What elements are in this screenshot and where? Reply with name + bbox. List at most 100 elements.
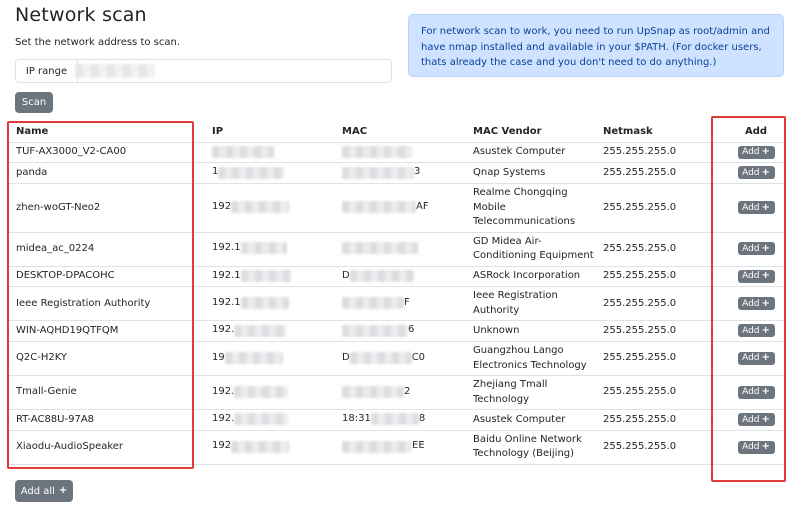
add-label: Add [742, 167, 760, 178]
netmask: 255.255.255.0 [603, 441, 677, 452]
cell-name: Ieee Registration Authority [8, 286, 204, 322]
ip-visible-prefix: 192. [212, 413, 235, 424]
add-device-button[interactable]: Add + [737, 269, 775, 283]
cell-ip: 192.1 [204, 266, 334, 288]
ip-range-redacted-value [75, 64, 155, 78]
ip-redacted [234, 385, 289, 398]
mac-vendor: Ieee Registration Authority [473, 290, 558, 316]
cell-netmask: 255.255.255.0 [595, 409, 725, 431]
device-name: TUF-AX3000_V2-CA00 [16, 146, 127, 158]
mac-vendor: Unknown [473, 324, 520, 336]
device-name: Tmall-Genie [16, 386, 77, 398]
cell-ip: 192. [204, 320, 334, 342]
plus-icon: + [761, 201, 770, 213]
plus-icon: + [761, 166, 770, 178]
netmask: 255.255.255.0 [603, 146, 677, 158]
add-device-button[interactable]: Add + [737, 242, 775, 256]
cell-name: RT-AC88U-97A8 [8, 409, 204, 431]
mac-redacted [342, 324, 408, 337]
cell-add: Add + [725, 266, 787, 288]
mac-vendor: Qnap Systems [473, 166, 546, 178]
mac-visible-prefix: D [342, 269, 350, 281]
device-name: midea_ac_0224 [16, 242, 95, 254]
mac-visible-suffix: EE [412, 440, 425, 452]
ip-redacted [231, 201, 290, 214]
mac-redacted [342, 201, 416, 214]
ip-redacted [218, 166, 285, 179]
cell-name: WIN-AQHD19QTFQM [8, 320, 204, 342]
cell-ip: 192. [204, 409, 334, 431]
plus-icon: + [58, 485, 68, 496]
cell-mac: EE [334, 430, 465, 465]
cell-netmask: 255.255.255.0 [595, 286, 725, 322]
plus-icon: + [761, 146, 770, 158]
cell-name: midea_ac_0224 [8, 232, 204, 267]
mac-visible-prefix: D [342, 351, 350, 363]
mac-vendor: Asustek Computer [473, 146, 566, 158]
netmask: 255.255.255.0 [603, 242, 677, 254]
cell-vendor: Asustek Computer [465, 142, 595, 164]
mac-visible-suffix: 6 [408, 324, 415, 336]
mac-vendor: ASRock Incorporation [473, 270, 581, 282]
mac-visible-suffix: F [404, 296, 410, 308]
mac-redacted [349, 269, 414, 282]
add-device-button[interactable]: Add + [737, 440, 775, 454]
device-name: RT-AC88U-97A8 [16, 413, 95, 425]
cell-ip: 192 [204, 183, 334, 233]
add-device-button[interactable]: Add + [737, 385, 775, 399]
table-row: TUF-AX3000_V2-CA00 Asustek Computer 255.… [8, 142, 787, 164]
ip-visible-prefix: 19 [212, 351, 225, 363]
cell-vendor: Baidu Online Network Technology (Beijing… [465, 430, 595, 465]
cell-netmask: 255.255.255.0 [595, 183, 725, 233]
cell-vendor: GD Midea Air-Conditioning Equipment [465, 232, 595, 267]
page-title: Network scan [15, 4, 147, 26]
add-device-button[interactable]: Add + [737, 413, 775, 427]
netmask: 255.255.255.0 [603, 270, 677, 282]
ip-redacted [212, 145, 274, 158]
device-name: zhen-woGT-Neo2 [16, 201, 101, 213]
mac-redacted [342, 145, 412, 158]
cell-vendor: Qnap Systems [465, 162, 595, 184]
cell-ip: 1 [204, 162, 334, 184]
add-device-button[interactable]: Add + [737, 166, 775, 180]
ip-range-label: IP range [16, 60, 78, 82]
table-row: WIN-AQHD19QTFQM 192. 6 Unknown 255.255.2… [8, 320, 787, 342]
ip-visible-prefix: 192. [212, 324, 235, 336]
add-all-button[interactable]: Add all + [15, 480, 73, 502]
cell-mac [334, 232, 465, 267]
add-device-button[interactable]: Add + [737, 201, 775, 214]
info-alert: For network scan to work, you need to ru… [408, 14, 784, 77]
ip-redacted [240, 297, 289, 310]
column-header-ip: IP [204, 121, 334, 143]
cell-mac: D C0 [334, 341, 465, 376]
add-label: Add [742, 271, 760, 282]
add-device-button[interactable]: Add + [737, 297, 775, 310]
cell-mac: D [334, 266, 465, 288]
add-device-button[interactable]: Add + [737, 145, 775, 159]
device-name: Xiaodu-AudioSpeaker [16, 441, 124, 452]
column-header-vendor: MAC Vendor [465, 121, 595, 143]
cell-mac: F [334, 286, 465, 322]
plus-icon: + [761, 270, 770, 282]
cell-name: Xiaodu-AudioSpeaker [8, 430, 204, 465]
ip-redacted [234, 324, 287, 337]
cell-netmask: 255.255.255.0 [595, 375, 725, 410]
add-device-button[interactable]: Add + [737, 324, 775, 338]
table-row: Tmall-Genie 192. 2 Zhejiang Tmall Techno… [8, 375, 787, 410]
table-row: panda 1 3 Qnap Systems 255.255.255.0 Add… [8, 162, 787, 184]
add-all-label: Add all [20, 485, 55, 497]
mac-redacted [342, 440, 412, 453]
mac-visible-prefix: 18:31 [342, 413, 371, 424]
ip-redacted [240, 269, 291, 282]
table-row: Xiaodu-AudioSpeaker 192 EE Baidu Online … [8, 430, 787, 465]
cell-mac: 2 [334, 375, 465, 410]
add-device-button[interactable]: Add + [737, 351, 775, 365]
cell-ip [204, 142, 334, 164]
scan-button[interactable]: Scan [15, 92, 53, 113]
cell-vendor: Zhejiang Tmall Technology [465, 375, 595, 410]
netmask: 255.255.255.0 [603, 297, 677, 309]
mac-redacted [349, 351, 412, 364]
ip-visible-prefix: 192.1 [212, 242, 241, 254]
mac-vendor: Baidu Online Network Technology (Beijing… [473, 433, 582, 460]
mac-vendor: Realme Chongqing Mobile Telecommunicatio… [473, 187, 576, 227]
